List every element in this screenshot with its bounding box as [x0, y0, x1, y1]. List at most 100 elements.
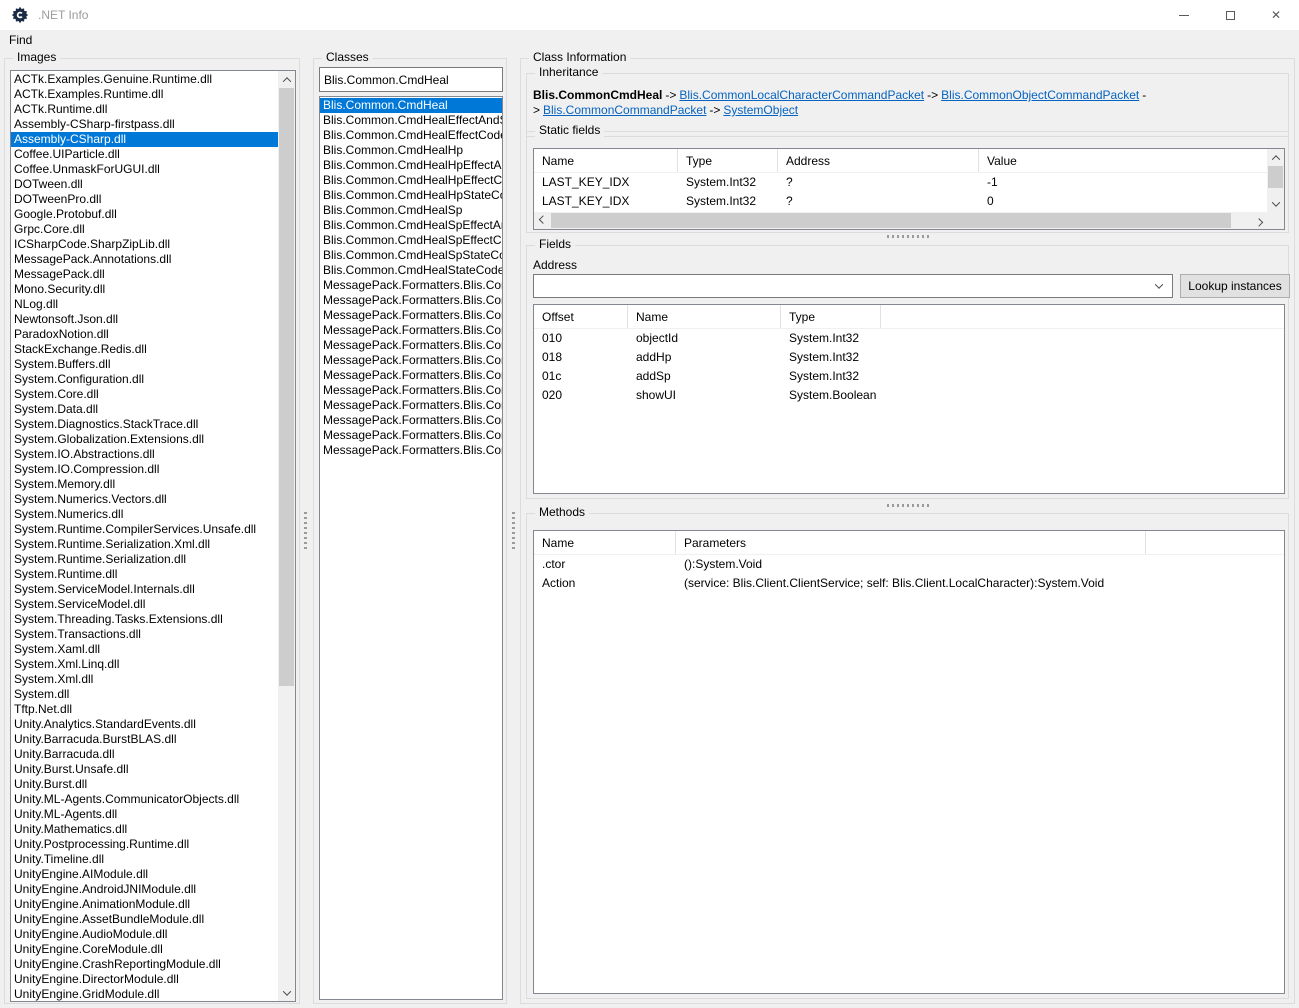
- vertical-splitter-classes-info[interactable]: [512, 512, 515, 552]
- scroll-right-button[interactable]: [1250, 212, 1267, 229]
- close-button[interactable]: ✕: [1253, 0, 1299, 30]
- class-list-item[interactable]: Blis.Common.CmdHealEffectCode: [320, 128, 502, 143]
- image-list-item[interactable]: DOTweenPro.dll: [11, 192, 278, 207]
- image-list-item[interactable]: NLog.dll: [11, 297, 278, 312]
- scroll-up-button[interactable]: [278, 71, 295, 88]
- table-row[interactable]: .ctor():System.Void: [534, 555, 1284, 574]
- image-list-item[interactable]: DOTween.dll: [11, 177, 278, 192]
- image-list-item[interactable]: System.Threading.Tasks.Extensions.dll: [11, 612, 278, 627]
- image-list-item[interactable]: MessagePack.Annotations.dll: [11, 252, 278, 267]
- class-list-item[interactable]: Blis.Common.CmdHealHpEffectCo: [320, 173, 502, 188]
- class-list-item[interactable]: Blis.Common.CmdHealSpEffectAnc: [320, 218, 502, 233]
- class-list-item[interactable]: Blis.Common.CmdHealHp: [320, 143, 502, 158]
- image-list-item[interactable]: UnityEngine.AndroidJNIModule.dll: [11, 882, 278, 897]
- image-list-item[interactable]: System.Numerics.Vectors.dll: [11, 492, 278, 507]
- column-header[interactable]: Address: [778, 149, 979, 172]
- inheritance-class-link[interactable]: Blis.CommonCommandPacket: [543, 103, 706, 117]
- image-list-item[interactable]: System.Transactions.dll: [11, 627, 278, 642]
- image-list-item[interactable]: Unity.Barracuda.BurstBLAS.dll: [11, 732, 278, 747]
- image-list-item[interactable]: System.Core.dll: [11, 387, 278, 402]
- image-list-item[interactable]: Unity.Burst.Unsafe.dll: [11, 762, 278, 777]
- class-list-item[interactable]: Blis.Common.CmdHealHpEffectAn: [320, 158, 502, 173]
- image-list-item[interactable]: Google.Protobuf.dll: [11, 207, 278, 222]
- scrollbar-thumb[interactable]: [1268, 166, 1283, 188]
- image-list-item[interactable]: System.ServiceModel.dll: [11, 597, 278, 612]
- image-list-item[interactable]: UnityEngine.CoreModule.dll: [11, 942, 278, 957]
- table-row[interactable]: 020showUISystem.Boolean: [534, 386, 1284, 405]
- scrollbar-thumb[interactable]: [279, 88, 294, 686]
- class-list-item[interactable]: Blis.Common.CmdHeal: [320, 98, 502, 113]
- image-list-item[interactable]: StackExchange.Redis.dll: [11, 342, 278, 357]
- class-list-item[interactable]: MessagePack.Formatters.Blis.Comm: [320, 293, 502, 308]
- scroll-up-button[interactable]: [1267, 149, 1284, 166]
- image-list-item[interactable]: Mono.Security.dll: [11, 282, 278, 297]
- image-list-item[interactable]: Grpc.Core.dll: [11, 222, 278, 237]
- image-list-item[interactable]: System.Buffers.dll: [11, 357, 278, 372]
- column-header[interactable]: Name: [534, 531, 676, 554]
- image-list-item[interactable]: System.Diagnostics.StackTrace.dll: [11, 417, 278, 432]
- class-list-item[interactable]: MessagePack.Formatters.Blis.Comm: [320, 368, 502, 383]
- image-list-item[interactable]: ParadoxNotion.dll: [11, 327, 278, 342]
- image-list-item[interactable]: Unity.Barracuda.dll: [11, 747, 278, 762]
- scroll-down-button[interactable]: [278, 984, 295, 1001]
- image-list-item[interactable]: System.Xaml.dll: [11, 642, 278, 657]
- class-list-item[interactable]: Blis.Common.CmdHealSp: [320, 203, 502, 218]
- table-row[interactable]: 018addHpSystem.Int32: [534, 348, 1284, 367]
- image-list-item[interactable]: ACTk.Examples.Runtime.dll: [11, 87, 278, 102]
- image-list-item[interactable]: UnityEngine.AudioModule.dll: [11, 927, 278, 942]
- image-list-item[interactable]: Tftp.Net.dll: [11, 702, 278, 717]
- class-list-item[interactable]: MessagePack.Formatters.Blis.Comm: [320, 278, 502, 293]
- column-header[interactable]: Parameters: [676, 531, 1146, 554]
- inheritance-class-link[interactable]: Blis.CommonObjectCommandPacket: [941, 88, 1139, 102]
- image-list-item[interactable]: Coffee.UIParticle.dll: [11, 147, 278, 162]
- column-header[interactable]: Type: [781, 305, 881, 328]
- vertical-splitter-images-classes[interactable]: [304, 512, 307, 552]
- image-list-item[interactable]: Assembly-CSharp-firstpass.dll: [11, 117, 278, 132]
- inheritance-class-link[interactable]: SystemObject: [723, 103, 798, 117]
- table-row[interactable]: 010objectIdSystem.Int32: [534, 329, 1284, 348]
- table-row[interactable]: 01caddSpSystem.Int32: [534, 367, 1284, 386]
- address-combobox[interactable]: [533, 274, 1173, 298]
- lookup-instances-button[interactable]: Lookup instances: [1180, 274, 1290, 298]
- minimize-button[interactable]: [1161, 0, 1207, 30]
- column-header[interactable]: Name: [628, 305, 781, 328]
- class-list-item[interactable]: MessagePack.Formatters.Blis.Comm: [320, 443, 502, 458]
- column-header[interactable]: Name: [534, 149, 678, 172]
- image-list-item[interactable]: System.Xml.Linq.dll: [11, 657, 278, 672]
- image-list-item[interactable]: UnityEngine.AssetBundleModule.dll: [11, 912, 278, 927]
- inheritance-class-link[interactable]: Blis.CommonLocalCharacterCommandPacket: [679, 88, 924, 102]
- class-list-item[interactable]: Blis.Common.CmdHealEffectAndSt: [320, 113, 502, 128]
- class-list-item[interactable]: MessagePack.Formatters.Blis.Comm: [320, 428, 502, 443]
- image-list-item[interactable]: Newtonsoft.Json.dll: [11, 312, 278, 327]
- image-list-item[interactable]: Unity.Analytics.StandardEvents.dll: [11, 717, 278, 732]
- class-list-item[interactable]: Blis.Common.CmdHealStateCode: [320, 263, 502, 278]
- image-list-item[interactable]: Unity.ML-Agents.dll: [11, 807, 278, 822]
- class-list-item[interactable]: Blis.Common.CmdHealHpStateCod: [320, 188, 502, 203]
- class-list-item[interactable]: MessagePack.Formatters.Blis.Comm: [320, 383, 502, 398]
- image-list-item[interactable]: System.IO.Abstractions.dll: [11, 447, 278, 462]
- scrollbar-thumb[interactable]: [551, 213, 1231, 228]
- table-row[interactable]: LAST_KEY_IDXSystem.Int32?0: [534, 192, 1284, 211]
- horizontal-splitter-static-fields[interactable]: [887, 235, 931, 238]
- column-header[interactable]: Value: [979, 149, 1284, 172]
- column-header[interactable]: Offset: [534, 305, 628, 328]
- image-list-item[interactable]: ACTk.Runtime.dll: [11, 102, 278, 117]
- class-list-item[interactable]: Blis.Common.CmdHealSpStateCod: [320, 248, 502, 263]
- class-list-item[interactable]: MessagePack.Formatters.Blis.Comm: [320, 413, 502, 428]
- image-list-item[interactable]: System.Runtime.dll: [11, 567, 278, 582]
- image-list-item[interactable]: ACTk.Examples.Genuine.Runtime.dll: [11, 72, 278, 87]
- class-list-item[interactable]: MessagePack.Formatters.Blis.Comm: [320, 323, 502, 338]
- image-list-item[interactable]: UnityEngine.AnimationModule.dll: [11, 897, 278, 912]
- image-list-item[interactable]: Unity.ML-Agents.CommunicatorObjects.dll: [11, 792, 278, 807]
- image-list-item[interactable]: Unity.Postprocessing.Runtime.dll: [11, 837, 278, 852]
- image-list-item[interactable]: System.IO.Compression.dll: [11, 462, 278, 477]
- menu-item-find[interactable]: Find: [0, 30, 41, 51]
- image-list-item[interactable]: UnityEngine.AIModule.dll: [11, 867, 278, 882]
- image-list-item[interactable]: System.Memory.dll: [11, 477, 278, 492]
- table-row[interactable]: LAST_KEY_IDXSystem.Int32?-1: [534, 173, 1284, 192]
- class-list-item[interactable]: MessagePack.Formatters.Blis.Comm: [320, 353, 502, 368]
- image-list-item[interactable]: System.Runtime.Serialization.Xml.dll: [11, 537, 278, 552]
- image-list-item[interactable]: System.dll: [11, 687, 278, 702]
- image-list-item[interactable]: System.Data.dll: [11, 402, 278, 417]
- image-list-item[interactable]: System.Xml.dll: [11, 672, 278, 687]
